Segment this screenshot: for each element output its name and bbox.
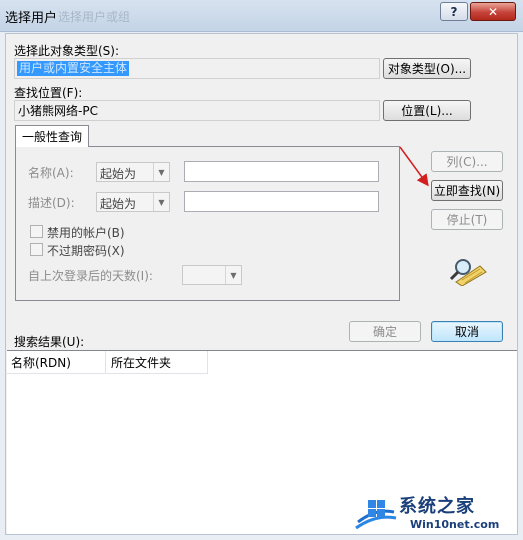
watermark-brand: 系统之家 xyxy=(399,496,475,517)
non-expiring-password-label: 不过期密码(X) xyxy=(47,244,125,258)
disabled-accounts-label: 禁用的帐户(B) xyxy=(47,226,125,240)
find-now-button-label: 立即查找(N) xyxy=(433,184,501,198)
title-bar: 选择用户 选择用户或组 ? ✕ xyxy=(0,0,523,32)
description-label: 描述(D): xyxy=(28,196,75,210)
column-header-folder[interactable]: 所在文件夹 xyxy=(106,351,208,374)
column-header-folder-label: 所在文件夹 xyxy=(111,355,172,370)
watermark-logo: 系统之家 Win10net.com xyxy=(352,488,522,538)
search-icon xyxy=(449,259,487,286)
locations-button[interactable]: 位置(L)... xyxy=(383,100,471,121)
windows-logo-icon xyxy=(355,500,397,530)
stop-button-label: 停止(T) xyxy=(446,213,488,227)
name-input[interactable] xyxy=(184,161,379,182)
ok-button[interactable]: 确定 xyxy=(349,321,421,342)
chevron-down-icon: ▼ xyxy=(153,193,169,211)
ok-button-label: 确定 xyxy=(372,325,397,339)
cancel-button[interactable]: 取消 xyxy=(431,321,503,342)
object-type-field: 用户或内置安全主体 xyxy=(14,58,380,79)
window-title: 选择用户 xyxy=(5,11,58,26)
tab-common-queries[interactable]: 一般性查询 xyxy=(15,125,89,147)
description-match-select[interactable]: 起始为 ▼ xyxy=(96,192,170,212)
close-icon: ✕ xyxy=(487,4,499,19)
object-type-value: 用户或内置安全主体 xyxy=(17,61,130,76)
locations-button-label: 位置(L)... xyxy=(401,104,453,118)
name-match-select[interactable]: 起始为 ▼ xyxy=(96,162,170,182)
help-icon: ? xyxy=(450,4,458,19)
location-label: 查找位置(F): xyxy=(14,86,83,100)
days-since-login-select[interactable]: ▼ xyxy=(182,265,242,285)
cancel-button-label: 取消 xyxy=(454,325,479,339)
object-types-button-label: 对象类型(O)... xyxy=(387,62,467,76)
column-header-name[interactable]: 名称(RDN) xyxy=(7,351,106,374)
close-button[interactable]: ✕ xyxy=(470,2,516,21)
object-type-label: 选择此对象类型(S): xyxy=(14,44,120,58)
non-expiring-password-checkbox[interactable] xyxy=(30,243,43,256)
watermark-site: Win10net.com xyxy=(410,518,500,531)
columns-button-label: 列(C)... xyxy=(446,155,488,169)
object-types-button[interactable]: 对象类型(O)... xyxy=(383,58,471,79)
help-button[interactable]: ? xyxy=(440,2,468,21)
location-value: 小猪熊网络-PC xyxy=(18,104,98,118)
columns-button[interactable]: 列(C)... xyxy=(431,151,503,172)
description-input[interactable] xyxy=(184,191,379,212)
name-label: 名称(A): xyxy=(28,166,74,180)
chevron-down-icon: ▼ xyxy=(225,266,241,284)
disabled-accounts-checkbox[interactable] xyxy=(30,225,43,238)
description-match-value: 起始为 xyxy=(100,197,137,211)
days-since-login-label: 自上次登录后的天数(I): xyxy=(28,269,153,283)
dialog-body: 选择此对象类型(S): 用户或内置安全主体 对象类型(O)... 查找位置(F)… xyxy=(5,33,518,535)
chevron-down-icon: ▼ xyxy=(153,163,169,181)
common-queries-panel: 名称(A): 起始为 ▼ 描述(D): 起始为 ▼ 禁用的帐户(B) 不过期密码… xyxy=(15,146,400,301)
find-now-button[interactable]: 立即查找(N) xyxy=(431,180,503,201)
stop-button[interactable]: 停止(T) xyxy=(431,209,503,230)
location-field: 小猪熊网络-PC xyxy=(14,100,380,121)
tab-common-queries-label: 一般性查询 xyxy=(21,130,82,144)
name-match-value: 起始为 xyxy=(100,167,137,181)
search-results-label: 搜索结果(U): xyxy=(14,335,85,349)
column-header-name-label: 名称(RDN) xyxy=(11,355,71,370)
window-title-ghost: 选择用户或组 xyxy=(58,10,131,24)
